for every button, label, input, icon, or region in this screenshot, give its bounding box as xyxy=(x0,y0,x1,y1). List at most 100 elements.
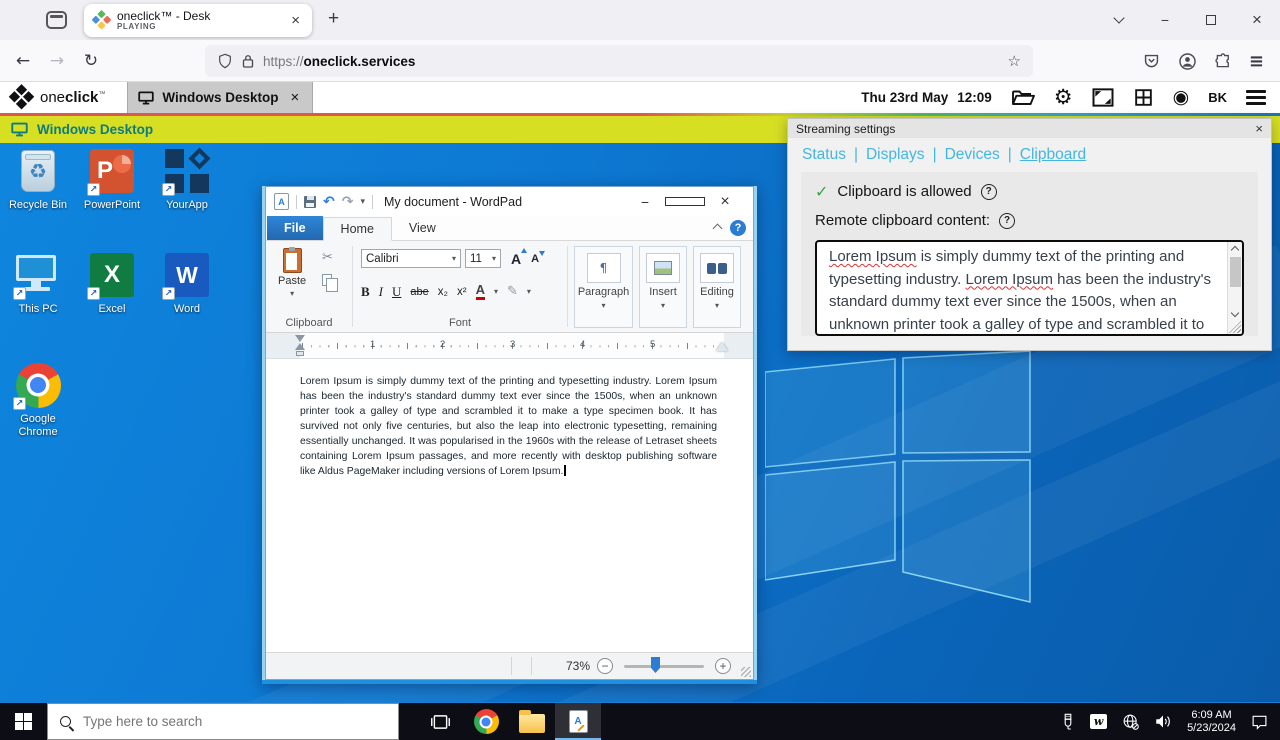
desktop-icon-yourapp[interactable]: ↗ YourApp xyxy=(149,148,225,212)
cut-scissors-icon[interactable]: ✂ xyxy=(322,250,333,265)
browser-tab[interactable]: oneclick™ - Desk PLAYING × xyxy=(84,4,312,37)
start-button[interactable] xyxy=(0,703,47,740)
paragraph-group[interactable]: ¶ Paragraph ▾ xyxy=(574,246,633,328)
app-menu-icon[interactable]: ≡ xyxy=(1249,51,1264,72)
undo-icon[interactable]: ↶ xyxy=(323,195,335,209)
font-size-combobox[interactable]: 11▾ xyxy=(465,249,501,268)
link-status[interactable]: Status xyxy=(802,146,846,164)
speaker-icon[interactable] xyxy=(1154,713,1172,730)
usb-eject-icon[interactable] xyxy=(1061,712,1075,732)
highlight-pen-icon[interactable]: ✎ xyxy=(507,284,518,299)
task-view-button[interactable] xyxy=(417,703,463,740)
subscript-button[interactable]: x₂ xyxy=(438,286,448,298)
lock-icon[interactable] xyxy=(242,53,254,69)
wordpad-titlebar[interactable]: A ↶ ↷ ▾ My document - WordPad − × xyxy=(266,187,753,216)
zoom-in-button[interactable]: + xyxy=(715,658,731,674)
extensions-puzzle-icon[interactable] xyxy=(1214,52,1232,70)
taskbar-explorer-button[interactable] xyxy=(509,703,555,740)
desktop-icon-this-pc[interactable]: ↗ This PC xyxy=(0,252,76,316)
shrink-font-button[interactable]: A xyxy=(531,253,539,265)
shield-icon[interactable] xyxy=(217,52,233,70)
left-indent-marker[interactable] xyxy=(296,351,304,356)
save-icon[interactable] xyxy=(304,196,316,208)
tab-file[interactable]: File xyxy=(267,216,323,240)
zoom-slider-track[interactable] xyxy=(624,665,704,668)
session-tab-close-icon[interactable]: × xyxy=(291,89,300,106)
clipboard-content-text[interactable]: Lorem Ipsum is simply dummy text of the … xyxy=(829,246,1216,336)
window-close-button[interactable]: × xyxy=(1234,0,1280,40)
collapse-ribbon-icon[interactable] xyxy=(713,224,723,234)
forward-button[interactable]: → xyxy=(40,51,74,71)
action-center-icon[interactable] xyxy=(1251,714,1268,730)
underline-button[interactable]: U xyxy=(392,284,401,300)
grow-font-button[interactable]: A xyxy=(511,251,521,267)
url-text[interactable]: https://oneclick.services xyxy=(263,54,415,69)
wordpad-maximize-button[interactable] xyxy=(665,193,705,211)
back-button[interactable]: ← xyxy=(6,51,40,71)
help-icon[interactable]: ? xyxy=(999,213,1015,229)
fullscreen-button[interactable] xyxy=(1092,88,1114,107)
redo-icon[interactable]: ↷ xyxy=(342,195,354,209)
ruler[interactable]: 1 2 3 4 5 xyxy=(266,333,753,359)
textarea-scrollbar[interactable] xyxy=(1227,242,1242,334)
right-indent-marker[interactable] xyxy=(716,342,728,351)
window-maximize-button[interactable] xyxy=(1188,0,1234,40)
bold-button[interactable]: B xyxy=(361,284,370,300)
document-area[interactable]: Lorem Ipsum is simply dummy text of the … xyxy=(266,359,753,652)
resize-grip[interactable] xyxy=(741,667,751,677)
scrollbar-thumb[interactable] xyxy=(1230,257,1241,287)
strikethrough-button[interactable]: abe xyxy=(410,286,428,298)
first-line-indent-marker[interactable] xyxy=(295,335,305,342)
tab-home[interactable]: Home xyxy=(323,217,392,241)
tray-clock[interactable]: 6:09 AM 5/23/2024 xyxy=(1187,709,1236,735)
taskbar-wordpad-button[interactable]: A xyxy=(555,703,601,740)
copy-icon[interactable] xyxy=(322,274,332,286)
reload-button[interactable]: ↻ xyxy=(74,51,108,71)
remote-clipboard-textarea[interactable]: Lorem Ipsum is simply dummy text of the … xyxy=(815,240,1244,336)
user-initials-badge[interactable]: BK xyxy=(1208,90,1227,105)
hanging-indent-marker[interactable] xyxy=(295,343,305,350)
displays-grid-button[interactable] xyxy=(1133,88,1154,107)
link-displays[interactable]: Displays xyxy=(866,146,925,164)
files-button[interactable] xyxy=(1011,88,1035,108)
account-icon[interactable] xyxy=(1178,52,1197,71)
record-icon[interactable]: ◉ xyxy=(1173,88,1190,107)
zoom-slider-thumb[interactable] xyxy=(651,657,660,673)
scroll-up-icon[interactable] xyxy=(1231,246,1239,254)
list-tabs-button[interactable] xyxy=(1096,0,1142,40)
firefox-view-icon[interactable] xyxy=(46,11,67,29)
new-tab-button[interactable]: + xyxy=(328,8,339,30)
desktop-icon-excel[interactable]: X ↗ Excel xyxy=(74,252,150,316)
network-globe-icon[interactable] xyxy=(1122,713,1139,730)
tab-view[interactable]: View xyxy=(392,216,453,240)
panel-close-icon[interactable]: × xyxy=(1255,121,1263,136)
font-name-combobox[interactable]: Calibri▾ xyxy=(361,249,461,268)
session-tab-windows-desktop[interactable]: Windows Desktop × xyxy=(127,82,313,113)
zoom-out-button[interactable]: − xyxy=(597,658,613,674)
quick-access-dropdown-icon[interactable]: ▾ xyxy=(360,197,365,207)
panel-header[interactable]: Streaming settings × xyxy=(788,119,1271,138)
settings-gear-icon[interactable]: ⚙ xyxy=(1054,87,1073,108)
tab-close-icon[interactable]: × xyxy=(289,12,302,29)
taskbar-chrome-button[interactable] xyxy=(463,703,509,740)
italic-button[interactable]: I xyxy=(379,284,383,300)
superscript-button[interactable]: x² xyxy=(457,286,467,298)
insert-group[interactable]: Insert ▾ xyxy=(639,246,687,328)
wordpad-close-button[interactable]: × xyxy=(705,193,745,211)
desktop-icon-recycle-bin[interactable]: ♻ Recycle Bin xyxy=(0,148,76,212)
oneclick-menu-icon[interactable] xyxy=(1246,90,1266,105)
help-icon[interactable]: ? xyxy=(981,184,997,200)
wordpad-tray-icon[interactable]: w xyxy=(1090,714,1107,729)
wordpad-minimize-button[interactable]: − xyxy=(625,194,665,210)
document-text[interactable]: Lorem Ipsum is simply dummy text of the … xyxy=(300,374,717,479)
scroll-down-icon[interactable] xyxy=(1231,309,1239,317)
pocket-icon[interactable] xyxy=(1142,52,1161,71)
desktop-icon-google-chrome[interactable]: ↗ Google Chrome xyxy=(0,362,76,439)
search-input[interactable] xyxy=(81,713,386,730)
paste-button[interactable]: Paste ▾ xyxy=(278,248,306,298)
caret-down-icon[interactable]: ▾ xyxy=(527,287,531,296)
bookmark-star-icon[interactable]: ☆ xyxy=(1008,52,1021,70)
editing-group[interactable]: Editing ▾ xyxy=(693,246,741,328)
link-clipboard[interactable]: Clipboard xyxy=(1020,146,1086,164)
desktop-icon-word[interactable]: W ↗ Word xyxy=(149,252,225,316)
